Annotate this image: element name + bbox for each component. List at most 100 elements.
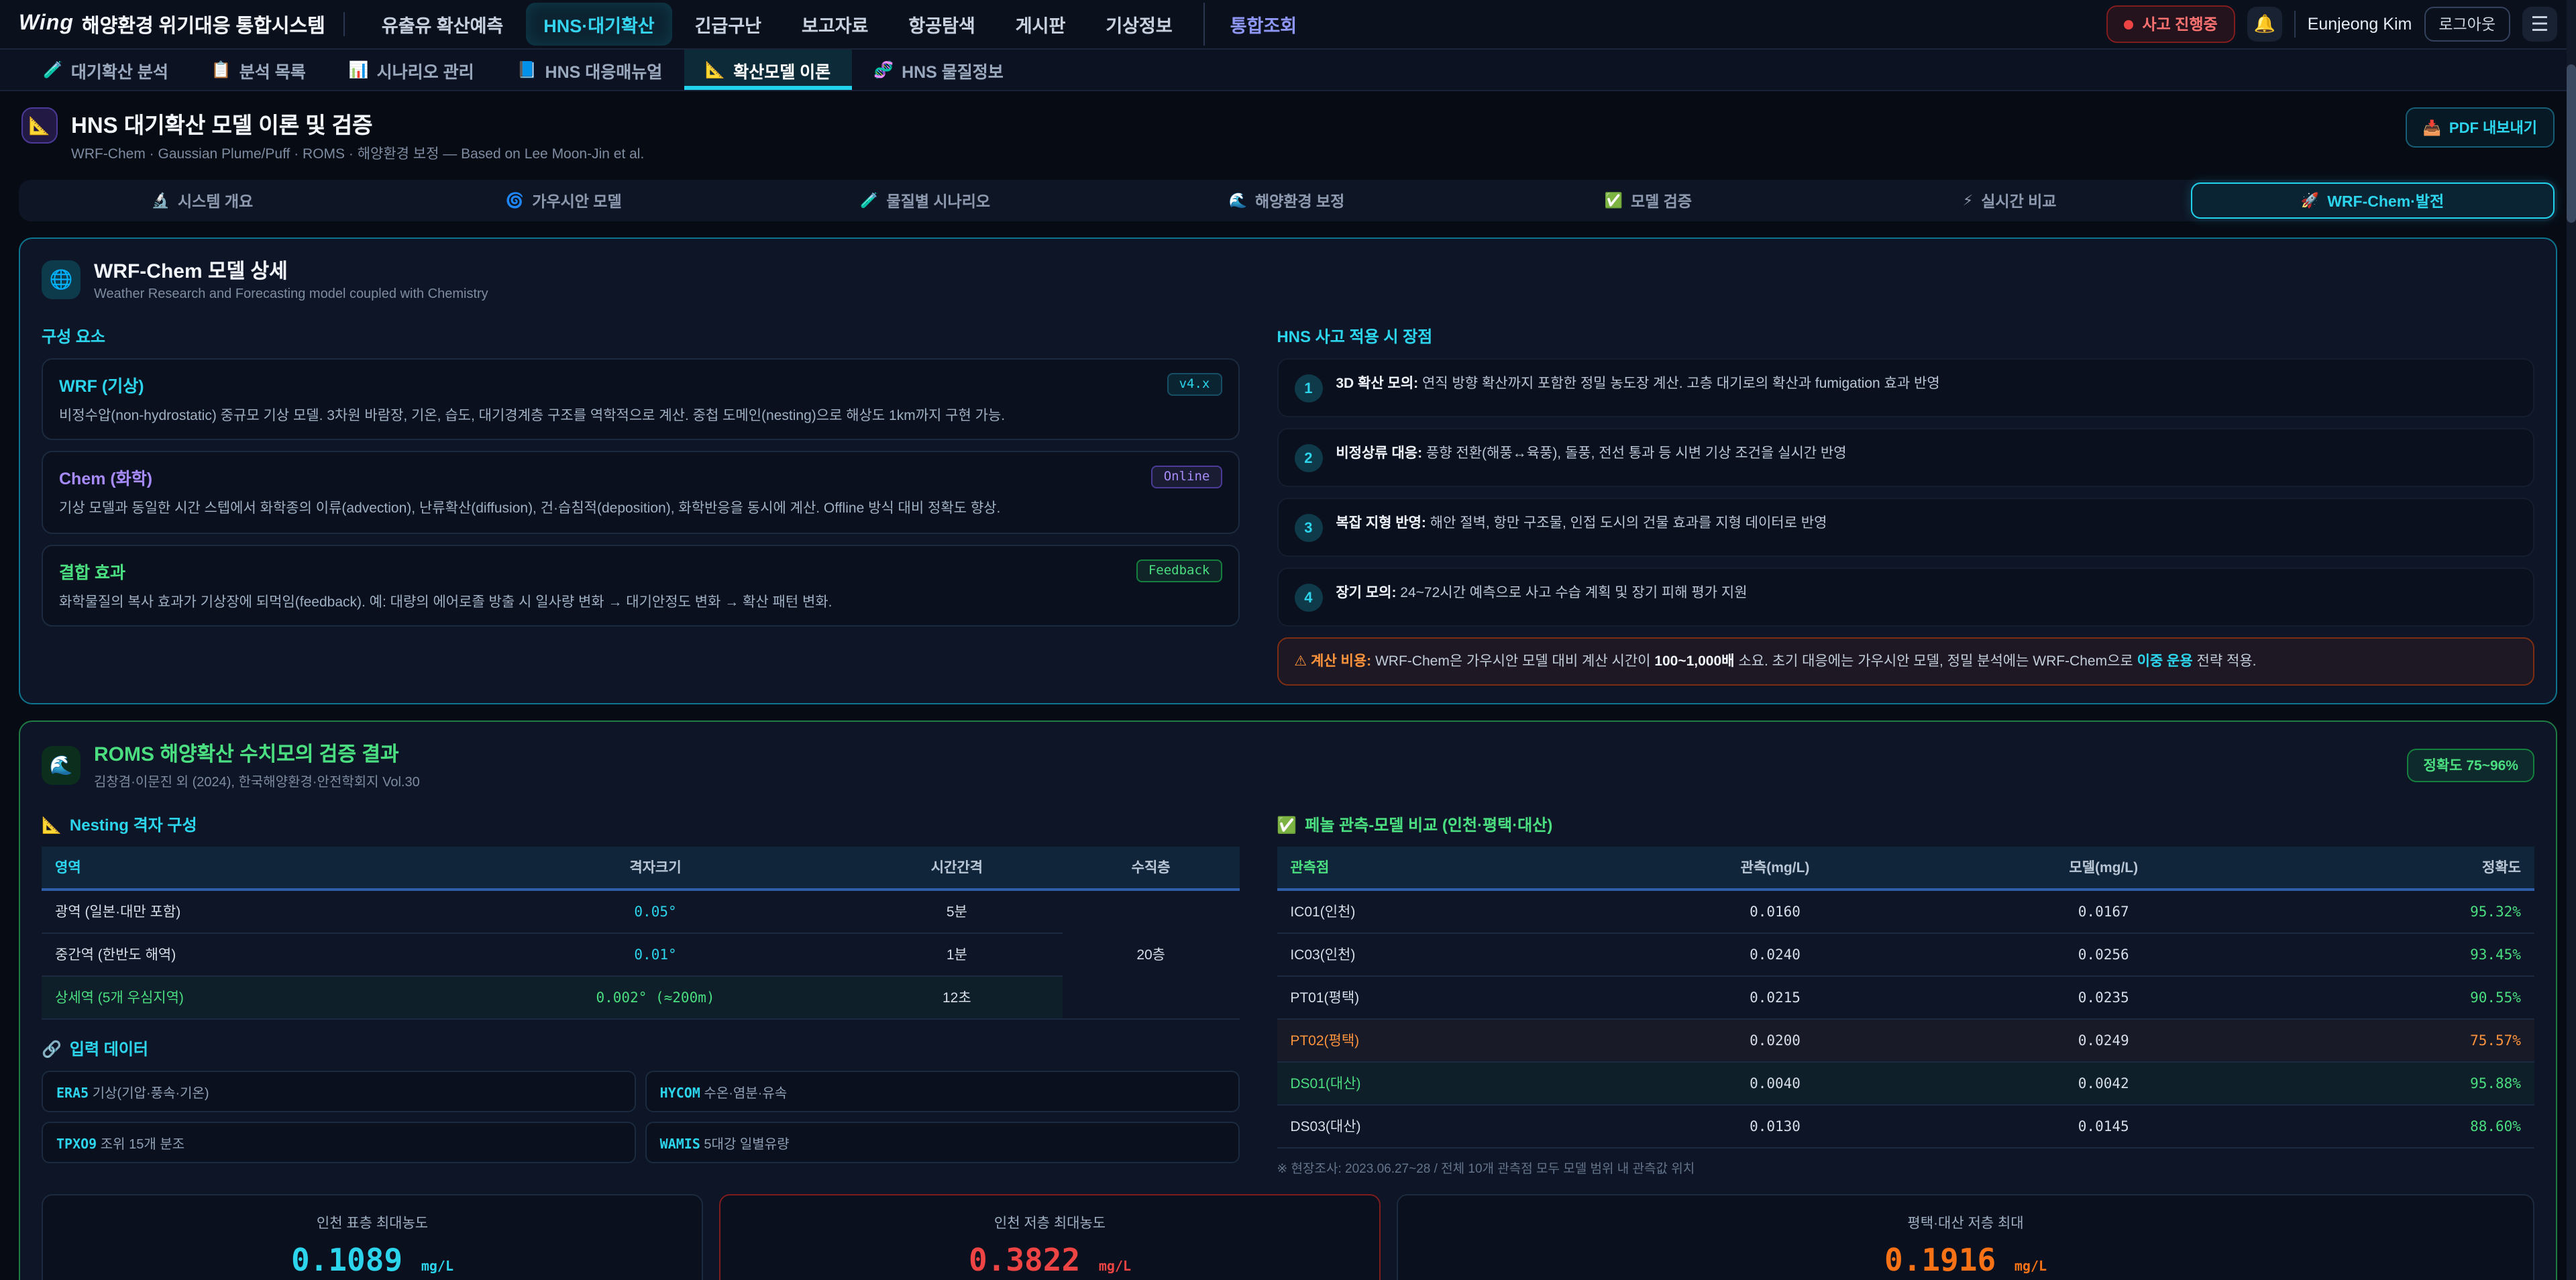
component-title: Chem (화학)	[59, 465, 152, 490]
subtab-scenario-management[interactable]: 📊 시나리오 관리	[327, 50, 496, 90]
subtab-model-theory[interactable]: 📐 확산모델 이론	[684, 50, 852, 90]
dna-icon: 🧬	[873, 60, 894, 79]
wrfchem-panel-subtitle: Weather Research and Forecasting model c…	[94, 287, 488, 302]
tab-gaussian-model[interactable]: 🌀 가우시안 모델	[383, 182, 745, 219]
user-name: Eunjeong Kim	[2308, 15, 2412, 34]
component-card-chem: Chem (화학) Online 기상 모델과 동일한 시간 스텝에서 화학종의…	[42, 451, 1239, 534]
bell-icon: 🔔	[2254, 13, 2275, 35]
main-menu: 유출유 확산예측 HNS·대기확산 긴급구난 보고자료 항공탐색 게시판 기상정…	[364, 3, 2088, 46]
cyclone-icon: 🌀	[506, 192, 524, 209]
nav-item-integrated-search[interactable]: 통합조회	[1203, 3, 1314, 46]
advantage-item-1: 1 3D 확산 모의: 연직 방향 확산까지 포함한 정밀 농도장 계산. 고층…	[1277, 358, 2534, 417]
component-card-wrf: WRF (기상) v4.x 비정수압(non-hydrostatic) 중규모 …	[42, 358, 1239, 441]
survey-footnote: ※ 현장조사: 2023.06.27~28 / 전체 10개 관측점 모두 모델…	[1277, 1159, 2534, 1177]
microscope-icon: 🔬	[152, 192, 170, 209]
rocket-icon: 🚀	[2301, 192, 2319, 209]
nesting-grid-table: 영역 격자크기 시간간격 수직층 광역 (일본·대만 포함) 0.05° 5분 …	[42, 847, 1239, 1020]
notification-bell-button[interactable]: 🔔	[2247, 7, 2282, 42]
nav-right-group: 사고 진행중 🔔 Eunjeong Kim 로그아웃 ☰	[2106, 5, 2557, 43]
phenol-comparison-column: ✅ 페놀 관측-모델 비교 (인천·평택·대산) 관측점 관측(mg/L) 모델…	[1277, 802, 2534, 1177]
number-badge: 2	[1294, 444, 1322, 472]
tab-model-validation[interactable]: ✅ 모델 검증	[1467, 182, 1829, 219]
tab-system-overview[interactable]: 🔬 시스템 개요	[21, 182, 383, 219]
logo-mark: Wing	[19, 12, 74, 36]
page-title-ruler-icon: 📐	[21, 107, 58, 144]
hamburger-icon: ☰	[2531, 12, 2549, 36]
bar-chart-icon: 📊	[349, 60, 369, 79]
app-logo[interactable]: Wing 해양환경 위기대응 통합시스템	[19, 10, 325, 38]
table-row-highlighted: DS01(대산) 0.0040 0.0042 95.88%	[1277, 1063, 2534, 1106]
roms-panel-header: 🌊 ROMS 해양확산 수치모의 검증 결과 김창겸·이문진 외 (2024),…	[42, 740, 2534, 791]
incident-status-badge[interactable]: 사고 진행중	[2106, 5, 2235, 43]
nav-item-hns-dispersion[interactable]: HNS·대기확산	[526, 3, 672, 46]
triangle-ruler-icon: 📐	[42, 816, 62, 835]
warning-icon: ⚠	[1294, 653, 1307, 670]
table-row: 광역 (일본·대만 포함) 0.05° 5분 20층	[42, 890, 1239, 934]
components-label: 구성 요소	[42, 325, 1239, 348]
nav-item-aerial-search[interactable]: 항공탐색	[891, 3, 992, 46]
logout-button[interactable]: 로그아웃	[2424, 7, 2510, 42]
globe-icon: 🌐	[42, 260, 80, 299]
computation-cost-warning: ⚠ 계산 비용: WRF-Chem은 가우시안 모델 대비 계산 시간이 100…	[1277, 637, 2534, 686]
test-tube-icon: 🧪	[43, 60, 63, 79]
number-badge: 1	[1294, 374, 1322, 403]
wave-icon: 🌊	[1229, 192, 1247, 209]
nav-item-board[interactable]: 게시판	[998, 3, 1083, 46]
subtab-analysis-list[interactable]: 📋 분석 목록	[190, 50, 327, 90]
subtab-dispersion-analysis[interactable]: 🧪 대기확산 분석	[21, 50, 190, 90]
wrfchem-components-column: 구성 요소 WRF (기상) v4.x 비정수압(non-hydrostatic…	[42, 313, 1239, 686]
nesting-column: 📐 Nesting 격자 구성 영역 격자크기 시간간격 수직층	[42, 802, 1239, 1177]
input-data-chips: ERA5 기상(기압·풍속·기온) HYCOM 수온·염분·유속 TPXO9 조…	[42, 1071, 1239, 1164]
nav-item-reports[interactable]: 보고자료	[784, 3, 885, 46]
input-chip-era5: ERA5 기상(기압·풍속·기온)	[42, 1071, 636, 1113]
nav-item-oil-spill[interactable]: 유출유 확산예측	[364, 3, 521, 46]
table-row: IC03(인천) 0.0240 0.0256 93.45%	[1277, 934, 2534, 977]
component-description: 기상 모델과 동일한 시간 스텝에서 화학종의 이류(advection), 난…	[59, 498, 1222, 521]
number-badge: 4	[1294, 584, 1322, 612]
hamburger-menu-button[interactable]: ☰	[2522, 7, 2557, 42]
version-badge: v4.x	[1167, 373, 1222, 396]
subtab-hns-manual[interactable]: 📘 HNS 대응매뉴얼	[496, 50, 684, 90]
download-icon: 📥	[2423, 119, 2441, 136]
phenol-comparison-table: 관측점 관측(mg/L) 모델(mg/L) 정확도 IC01(인천) 0.016…	[1277, 847, 2534, 1149]
table-row: PT01(평택) 0.0215 0.0235 90.55%	[1277, 977, 2534, 1020]
advantage-item-4: 4 장기 모의: 24~72시간 예측으로 사고 수습 계획 및 장기 피해 평…	[1277, 568, 2534, 627]
roms-panel-subtitle: 김창겸·이문진 외 (2024), 한국해양환경·안전학회지 Vol.30	[94, 771, 420, 791]
page-scrollbar[interactable]	[2567, 0, 2576, 1280]
clipboard-icon: 📋	[211, 60, 231, 79]
wrfchem-panel-header: 🌐 WRF-Chem 모델 상세 Weather Research and Fo…	[42, 256, 2534, 302]
nav-item-weather[interactable]: 기상정보	[1088, 3, 1189, 46]
component-card-coupling: 결합 효과 Feedback 화학물질의 복사 효과가 기상장에 되먹임(fee…	[42, 544, 1239, 627]
concentration-stats-row: 인천 표층 최대농도 0.1089 mg/L 인천 저층 최대농도 0.3822…	[42, 1195, 2534, 1280]
column-header: 영역	[42, 847, 460, 890]
scrollbar-thumb[interactable]	[2567, 64, 2576, 223]
subtab-hns-substance-info[interactable]: 🧬 HNS 물질정보	[852, 50, 1025, 90]
page-header: 📐 HNS 대기확산 모델 이론 및 검증 WRF-Chem · Gaussia…	[0, 91, 2576, 174]
input-chip-wamis: WAMIS 5대강 일별유량	[645, 1122, 1240, 1164]
tab-realtime-comparison[interactable]: ⚡ 실시간 비교	[1829, 182, 2190, 219]
column-header: 모델(mg/L)	[1939, 847, 2268, 890]
component-title: WRF (기상)	[59, 372, 144, 397]
book-icon: 📘	[517, 60, 537, 79]
advantages-label: HNS 사고 적용 시 장점	[1277, 325, 2534, 348]
advantage-item-3: 3 복잡 지형 반영: 해안 절벽, 항만 구조물, 인접 도시의 건물 효과를…	[1277, 498, 2534, 557]
table-row: IC01(인천) 0.0160 0.0167 95.32%	[1277, 890, 2534, 934]
pdf-export-button[interactable]: 📥 PDF 내보내기	[2406, 107, 2555, 148]
tab-marine-correction[interactable]: 🌊 해양환경 보정	[1106, 182, 1468, 219]
lightning-icon: ⚡	[1963, 192, 1973, 209]
roms-panel-title: ROMS 해양확산 수치모의 검증 결과	[94, 740, 420, 768]
page-title-group: HNS 대기확산 모델 이론 및 검증 WRF-Chem · Gaussian …	[71, 107, 644, 164]
nav-item-rescue[interactable]: 긴급구난	[678, 3, 779, 46]
incident-dot-icon	[2123, 19, 2133, 29]
component-description: 비정수압(non-hydrostatic) 중규모 기상 모델. 3차원 바람장…	[59, 405, 1222, 427]
input-chip-tpxo9: TPXO9 조위 15개 분조	[42, 1122, 636, 1164]
feedback-badge: Feedback	[1136, 559, 1222, 582]
component-title: 결합 효과	[59, 557, 125, 583]
check-icon: ✅	[1605, 192, 1623, 209]
tab-wrfchem-advanced[interactable]: 🚀 WRF-Chem·발전	[2190, 182, 2555, 219]
roms-validation-panel: 🌊 ROMS 해양확산 수치모의 검증 결과 김창겸·이문진 외 (2024),…	[19, 721, 2557, 1280]
triangle-ruler-icon: 📐	[705, 60, 725, 79]
accuracy-badge: 정확도 75~96%	[2408, 749, 2534, 782]
nesting-grid-label: 📐 Nesting 격자 구성	[42, 814, 1239, 837]
tab-substance-scenarios[interactable]: 🧪 물질별 시나리오	[745, 182, 1106, 219]
